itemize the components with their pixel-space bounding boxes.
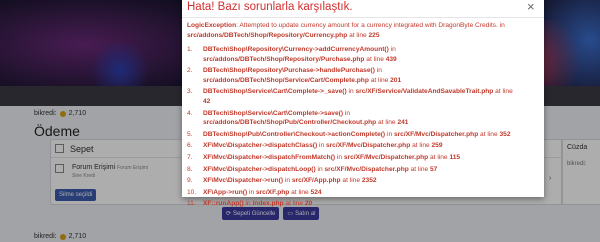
modal-divider xyxy=(182,17,544,18)
trace-item: 7. XF\Mvc\Dispatcher->dispatchFromMatch()… xyxy=(187,153,461,161)
exception-message: LogicException: Attempted to update curr… xyxy=(187,21,539,41)
trace-item: 11. XF::runApp() in index.php at line 20 xyxy=(187,200,313,208)
exception-name: LogicException xyxy=(187,22,237,29)
trace-item: 10. XF\App->run() in src/XF.php at line 5… xyxy=(187,188,322,196)
modal-title: Hata! Bazı sorunlarla karşılaştık. xyxy=(187,1,353,13)
trace-item: 5. DBTech\Shop\Pub\Controller\Checkout->a… xyxy=(187,130,511,138)
trace-item: 9. XF\Mvc\Dispatcher->run() in src/XF/App… xyxy=(187,177,377,185)
trace-item: 3. DBTech\Shop\Service\Cart\Complete->_sa… xyxy=(187,88,513,105)
exception-text: : Attempted to update currency amount fo… xyxy=(236,22,505,29)
close-icon[interactable]: × xyxy=(527,0,535,14)
exception-at: at line xyxy=(347,32,369,39)
trace-item: 6. XF\Mvc\Dispatcher->dispatchClass() in … xyxy=(187,142,443,150)
trace-item: 4. DBTech\Shop\Service\Cart\Complete->sav… xyxy=(187,109,409,127)
trace-item: 2. DBTech\Shop\Repository\Purchase->handl… xyxy=(187,67,402,84)
trace-item: 8. XF\Mvc\Dispatcher->dispatchLoop() in s… xyxy=(187,165,438,173)
trace-item: 1. DBTech\Shop\Repository\Currency->addCu… xyxy=(187,46,397,63)
exception-line: 225 xyxy=(368,32,380,39)
error-modal: Hata! Bazı sorunlarla karşılaştık. × Log… xyxy=(182,0,544,207)
stack-trace: 1. DBTech\Shop\Repository\Currency->addCu… xyxy=(187,45,541,211)
exception-file: src/addons/DBTech/Shop/Repository/Curren… xyxy=(187,32,348,39)
